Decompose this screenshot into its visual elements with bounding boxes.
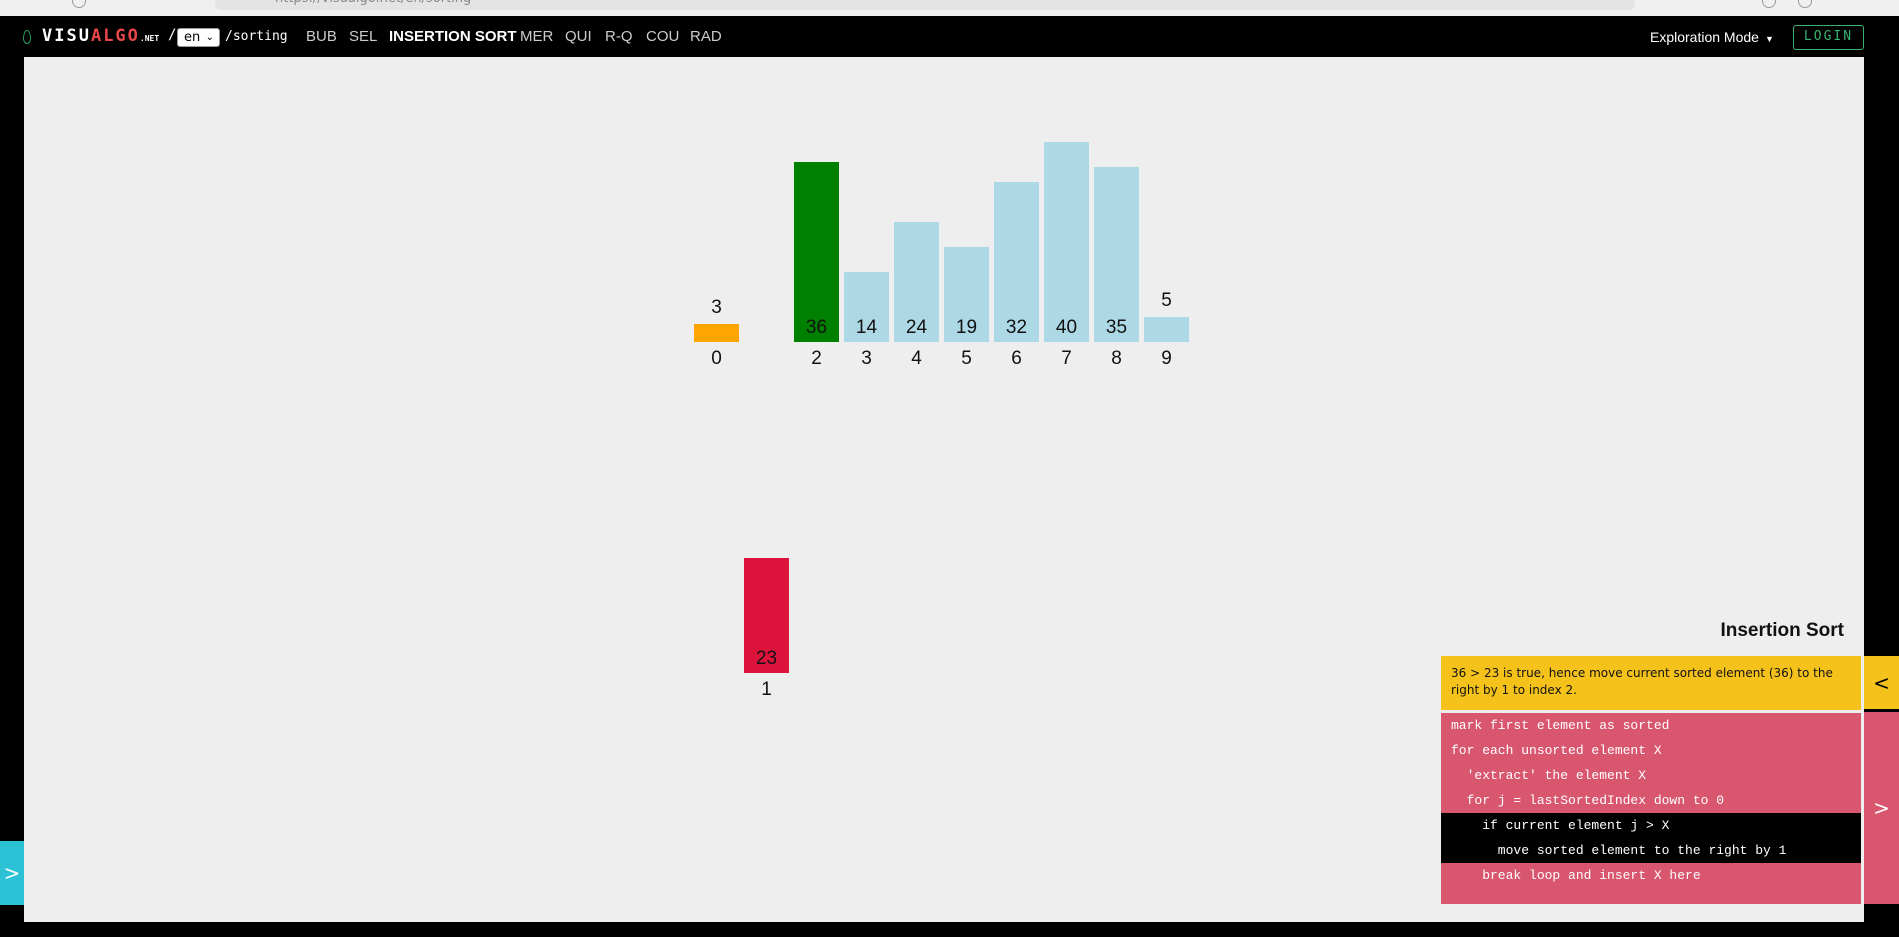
bar-index-label: 5 bbox=[961, 348, 972, 369]
array-bar-7 bbox=[1044, 142, 1089, 342]
logo-suffix: .NET bbox=[139, 34, 160, 43]
code-line: if current element j > X bbox=[1441, 813, 1861, 838]
array-bar-0 bbox=[694, 324, 739, 342]
logo-accent: ALGO bbox=[90, 26, 140, 46]
menu-quick-sort[interactable]: QUI bbox=[565, 28, 592, 45]
toggle-codetrace-tab[interactable]: > bbox=[1864, 712, 1899, 904]
menu-radix-sort[interactable]: RAD bbox=[690, 28, 722, 45]
address-bar[interactable]: https://visualgo.net/en/sorting bbox=[215, 0, 1635, 10]
array-bar-8 bbox=[1094, 167, 1139, 342]
bar-index-label: 1 bbox=[761, 679, 772, 700]
bar-value-label: 14 bbox=[855, 317, 878, 338]
menu-bubble-sort[interactable]: BUB bbox=[306, 28, 337, 45]
code-line: for each unsorted element X bbox=[1451, 743, 1662, 758]
menu-counting-sort[interactable]: COU bbox=[646, 28, 679, 45]
code-line: break loop and insert X here bbox=[1451, 868, 1701, 883]
bar-value-label: 23 bbox=[755, 648, 778, 669]
array-bar-2 bbox=[794, 162, 839, 342]
collapse-status-tab[interactable]: < bbox=[1864, 656, 1899, 712]
browser-toolbar: https://visualgo.net/en/sorting bbox=[0, 0, 1899, 16]
expand-controls-tab[interactable]: > bbox=[0, 841, 24, 905]
bar-index-label: 0 bbox=[711, 348, 722, 369]
menu-selection-sort[interactable]: SEL bbox=[349, 28, 377, 45]
bar-value-label: 24 bbox=[905, 317, 928, 338]
panel-title: Insertion Sort bbox=[1720, 620, 1844, 641]
bar-index-label: 3 bbox=[861, 348, 872, 369]
menu-merge-sort[interactable]: MER bbox=[520, 28, 553, 45]
mode-label: Exploration Mode bbox=[1650, 29, 1759, 45]
bar-value-label: 32 bbox=[1005, 317, 1028, 338]
logo-main: VISU bbox=[42, 26, 91, 46]
code-line: move sorted element to the right by 1 bbox=[1441, 838, 1861, 863]
reload-icon[interactable] bbox=[72, 0, 86, 8]
code-line: for j = lastSortedIndex down to 0 bbox=[1451, 793, 1725, 808]
chevron-down-icon: ⌄ bbox=[205, 32, 214, 43]
codetrace-panel: mark first element as sorted for each uns… bbox=[1441, 713, 1861, 904]
bar-value-label: 40 bbox=[1055, 317, 1078, 338]
bar-value-label: 36 bbox=[805, 317, 828, 338]
code-line: mark first element as sorted bbox=[1451, 718, 1670, 733]
bar-index-label: 9 bbox=[1161, 348, 1172, 369]
bar-value-label: 5 bbox=[1161, 290, 1172, 311]
route-path: /sorting bbox=[225, 29, 288, 44]
site-logo[interactable]: VISUALGO.NET bbox=[42, 26, 159, 46]
bar-index-label: 7 bbox=[1061, 348, 1072, 369]
bar-value-label: 35 bbox=[1105, 317, 1128, 338]
bar-index-label: 4 bbox=[911, 348, 922, 369]
leaf-icon bbox=[23, 30, 31, 44]
caret-down-icon: ▼ bbox=[1764, 34, 1774, 44]
bar-index-label: 8 bbox=[1111, 348, 1122, 369]
array-bar-9 bbox=[1144, 317, 1189, 342]
bar-value-label: 19 bbox=[955, 317, 978, 338]
mode-dropdown[interactable]: Exploration Mode ▼ bbox=[1650, 29, 1774, 45]
bar-index-label: 2 bbox=[811, 348, 822, 369]
separator: / bbox=[168, 27, 177, 43]
extensions-icon[interactable] bbox=[1798, 0, 1812, 8]
top-nav: VISUALGO.NET / en ⌄ /sorting BUB SEL INS… bbox=[0, 16, 1899, 57]
status-message: 36 > 23 is true, hence move current sort… bbox=[1441, 656, 1861, 710]
language-value: en bbox=[184, 30, 201, 45]
bar-index-label: 6 bbox=[1011, 348, 1022, 369]
menu-random-quick-sort[interactable]: R-Q bbox=[605, 28, 633, 45]
menu-insertion-sort[interactable]: INSERTION SORT bbox=[389, 28, 517, 45]
account-icon[interactable] bbox=[1762, 0, 1776, 8]
language-select[interactable]: en ⌄ bbox=[177, 28, 220, 47]
bar-value-label: 3 bbox=[711, 297, 722, 318]
code-line: 'extract' the element X bbox=[1451, 768, 1647, 783]
login-button[interactable]: LOGIN bbox=[1793, 25, 1864, 50]
